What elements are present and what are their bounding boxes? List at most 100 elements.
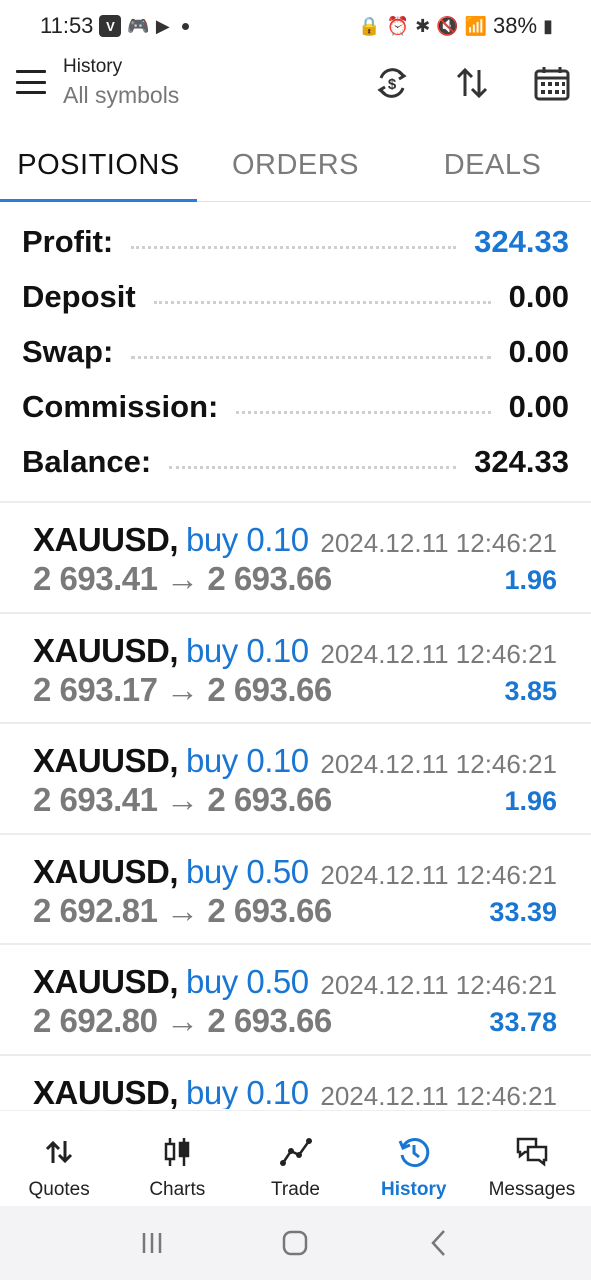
deal-symbol: XAUUSD,	[33, 521, 179, 558]
deal-symbol: XAUUSD,	[33, 963, 179, 1000]
arrow-right-icon: →	[166, 560, 199, 597]
summary-value: 324.33	[474, 443, 569, 479]
positions-list[interactable]: XAUUSD, buy 0.10 2024.12.11 12:46:21 2 69…	[0, 501, 591, 1109]
deal-prices: 2 692.80 → 2 693.66	[33, 1002, 332, 1040]
close-price: 2 693.66	[207, 781, 332, 818]
bottom-navigation: Quotes Charts Trade History Messages	[0, 1110, 591, 1206]
summary-row-commission: Commission: 0.00	[0, 379, 591, 434]
more-notifications-dot-icon	[181, 22, 189, 30]
tab-deals[interactable]: DEALS	[394, 130, 591, 201]
summary-row-deposit: Deposit 0.00	[0, 269, 591, 324]
status-bar: 11:53 V 🎮 ▶ 🔒 ⏰ ✱ 🔇 📶 38% ▮	[0, 0, 591, 52]
history-clock-icon	[398, 1138, 429, 1168]
deal-time: 2024.12.11 12:46:21	[320, 638, 557, 669]
nav-history[interactable]: History	[355, 1111, 473, 1206]
nav-label: Quotes	[28, 1179, 90, 1200]
svg-text:$: $	[388, 76, 397, 93]
deal-side: buy 0.50	[186, 852, 309, 890]
open-price: 2 693.17	[33, 670, 158, 708]
leader-dots	[131, 246, 457, 249]
open-price: 2 693.41	[33, 781, 158, 818]
deal-profit: 33.39	[489, 896, 557, 927]
summary-value: 0.00	[508, 333, 569, 369]
deal-time: 2024.12.11 12:46:21	[320, 859, 557, 890]
deal-side: buy 0.10	[186, 631, 309, 669]
list-item[interactable]: XAUUSD, buy 0.10 2024.12.11 12:46:21	[0, 1056, 591, 1110]
candlestick-icon	[165, 1138, 190, 1166]
nav-quotes[interactable]: Quotes	[0, 1111, 118, 1206]
list-item[interactable]: XAUUSD, buy 0.10 2024.12.11 12:46:21 2 69…	[0, 503, 591, 614]
alarm-icon: ⏰	[386, 15, 410, 36]
account-summary: Profit: 324.33 Deposit 0.00 Swap: 0.00 C…	[0, 214, 591, 489]
page-title: History	[63, 56, 123, 77]
active-tab-indicator	[0, 199, 197, 202]
youtube-icon: ▶	[155, 15, 170, 36]
summary-value: 0.00	[508, 278, 569, 314]
deal-side: buy 0.10	[186, 1073, 309, 1110]
deal-profit: 33.78	[489, 1007, 557, 1037]
deal-side: buy 0.10	[186, 521, 309, 558]
deal-side: buy 0.50	[186, 963, 309, 1000]
tab-positions[interactable]: POSITIONS	[0, 130, 197, 201]
nav-charts[interactable]: Charts	[118, 1111, 236, 1206]
arrow-right-icon: →	[166, 670, 199, 708]
deal-prices: 2 693.41 → 2 693.66	[33, 560, 332, 598]
list-item[interactable]: XAUUSD, buy 0.50 2024.12.11 12:46:21 2 69…	[0, 835, 591, 945]
deal-symbol-line: XAUUSD, buy 0.10	[33, 1074, 309, 1110]
tab-orders[interactable]: ORDERS	[197, 130, 394, 201]
deal-profit: 1.96	[504, 786, 557, 816]
home-icon[interactable]	[275, 1223, 315, 1263]
deal-symbol: XAUUSD,	[33, 852, 179, 890]
list-item[interactable]: XAUUSD, buy 0.10 2024.12.11 12:46:21 2 69…	[0, 614, 591, 724]
back-icon[interactable]	[419, 1223, 459, 1263]
nav-messages[interactable]: Messages	[473, 1111, 591, 1206]
deal-time: 2024.12.11 12:46:21	[320, 1080, 557, 1110]
toolbar-actions: $	[373, 64, 571, 102]
calendar-icon[interactable]	[533, 64, 571, 102]
deal-symbol: XAUUSD,	[33, 1073, 179, 1110]
close-price: 2 693.66	[207, 560, 332, 597]
summary-label: Swap:	[22, 333, 114, 369]
summary-label: Profit:	[22, 223, 114, 259]
deal-symbol-line: XAUUSD, buy 0.10	[33, 632, 309, 670]
nav-label: Charts	[149, 1179, 206, 1200]
symbol-filter[interactable]: All symbols	[63, 82, 179, 109]
summary-label: Commission:	[22, 388, 219, 424]
nav-trade[interactable]: Trade	[236, 1111, 354, 1206]
leader-dots	[131, 356, 491, 359]
deal-symbol: XAUUSD,	[33, 631, 179, 669]
list-item[interactable]: XAUUSD, buy 0.50 2024.12.11 12:46:21 2 69…	[0, 945, 591, 1056]
arrow-right-icon: →	[166, 781, 199, 818]
summary-label: Balance:	[22, 443, 152, 479]
recent-apps-icon[interactable]	[132, 1223, 172, 1263]
sync-dollar-icon[interactable]: $	[373, 64, 411, 102]
deal-profit: 3.85	[504, 675, 557, 706]
deal-symbol-line: XAUUSD, buy 0.10	[33, 521, 309, 559]
deal-time: 2024.12.11 12:46:21	[320, 970, 557, 1000]
deal-symbol-line: XAUUSD, buy 0.50	[33, 963, 309, 1001]
lock-icon: 🔒	[358, 15, 381, 36]
quotes-arrows-icon	[46, 1140, 73, 1164]
summary-value: 324.33	[474, 223, 569, 259]
close-price: 2 693.66	[207, 891, 332, 929]
list-item[interactable]: XAUUSD, buy 0.10 2024.12.11 12:46:21 2 69…	[0, 724, 591, 835]
nav-label: Messages	[488, 1179, 576, 1200]
open-price: 2 693.41	[33, 560, 158, 597]
menu-icon[interactable]	[16, 70, 46, 94]
summary-value: 0.00	[508, 388, 569, 424]
summary-row-balance: Balance: 324.33	[0, 434, 591, 489]
bluetooth-icon: ✱	[415, 15, 431, 36]
deal-symbol-line: XAUUSD, buy 0.10	[33, 742, 309, 780]
title-block: History All symbols	[63, 56, 179, 109]
summary-label: Deposit	[22, 278, 136, 314]
deal-profit: 1.96	[504, 565, 557, 595]
leader-dots	[169, 466, 457, 469]
sort-icon[interactable]	[453, 64, 491, 102]
wifi-icon: 📶	[464, 15, 488, 36]
open-price: 2 692.81	[33, 891, 158, 929]
history-tabs: POSITIONS ORDERS DEALS	[0, 130, 591, 202]
app-notification-icon: V	[99, 15, 122, 37]
deal-symbol-line: XAUUSD, buy 0.50	[33, 853, 309, 891]
summary-row-profit: Profit: 324.33	[0, 214, 591, 269]
nav-label: Trade	[271, 1179, 320, 1200]
